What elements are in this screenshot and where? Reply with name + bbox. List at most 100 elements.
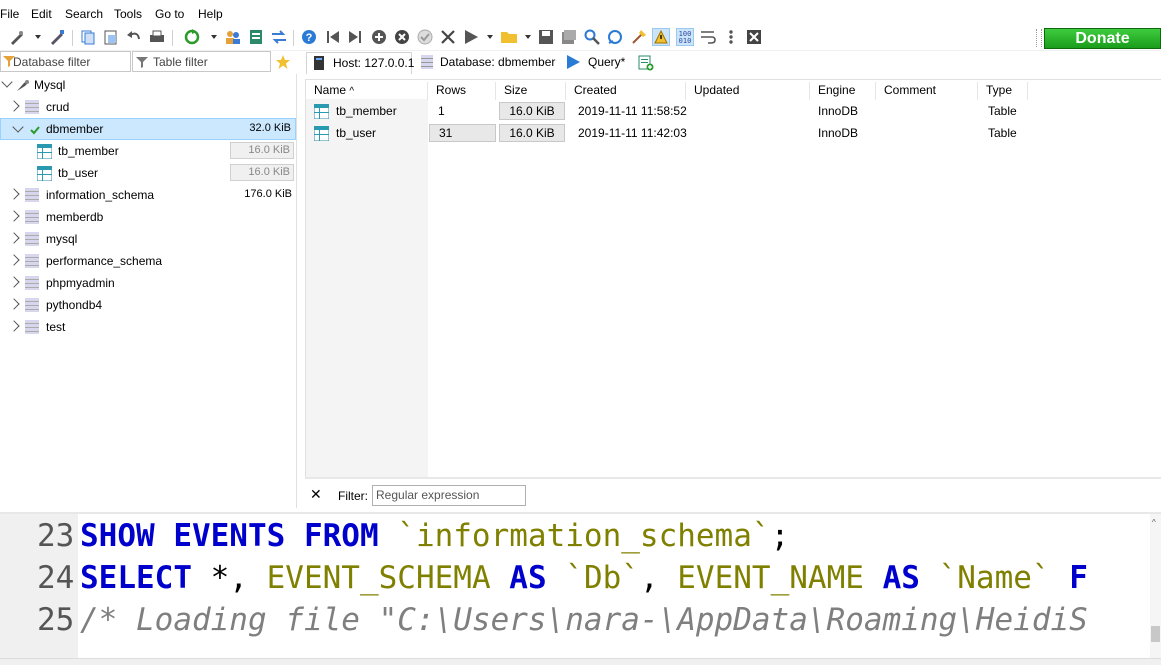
menu-search[interactable]: Search [65,7,103,21]
tree-item-mysql[interactable]: mysql [0,228,296,250]
transfer-icon[interactable] [270,28,288,46]
chevron-right-icon[interactable] [8,232,20,244]
delete-record-icon[interactable] [393,28,411,46]
column-header-engine[interactable]: Engine [810,82,876,100]
column-header-created[interactable]: Created [566,82,686,100]
sql-token: ; [770,518,790,554]
sql-token: /* Loading file "C:\Users\nara-\AppData\… [80,602,1088,638]
column-header-type[interactable]: Type [978,82,1028,100]
user-manager-icon[interactable] [224,28,242,46]
connect-icon[interactable] [8,28,26,46]
tree-root-mysql[interactable]: Mysql [0,74,296,96]
wrap-lines-icon[interactable] [699,28,717,46]
refresh-icon[interactable] [183,28,201,46]
table-filter-input[interactable]: Table filter [132,51,271,72]
new-query-tab-icon[interactable] [638,55,654,74]
tree-item-phpmyadmin[interactable]: phpmyadmin [0,272,296,294]
sql-token: EVENT_NAME [677,560,864,596]
last-record-icon[interactable] [346,28,364,46]
chevron-down-icon[interactable] [1,76,13,88]
menu-file[interactable]: File [0,7,19,21]
column-header-name[interactable]: Name ^ [306,82,428,100]
filter-regex-input[interactable]: Regular expression [372,485,526,506]
chevron-right-icon[interactable] [8,298,20,310]
database-filter-input[interactable]: Database filter [0,51,131,72]
tree-item-size: 16.0 KiB [230,142,294,159]
tree-item-crud[interactable]: crud [0,96,296,118]
cell-size: 16.0 KiB [499,124,565,142]
database-icon [25,320,39,334]
chevron-right-icon[interactable] [8,320,20,332]
tree-item-label: tb_member [58,144,119,158]
post-icon[interactable] [416,28,434,46]
server-icon [16,78,30,95]
cell-name: tb_member [336,104,397,118]
save-as-icon[interactable] [560,28,578,46]
export-icon[interactable] [247,28,265,46]
chevron-right-icon[interactable] [8,254,20,266]
tree-item-size: 32.0 KiB [249,122,291,134]
help-icon[interactable]: ? [300,28,318,46]
filter-icon [135,55,149,72]
first-record-icon[interactable] [324,28,342,46]
chevron-up-icon[interactable]: ^ [1152,518,1156,527]
tree-item-label: phpmyadmin [46,276,115,290]
undo-icon[interactable] [125,28,143,46]
find-icon[interactable] [583,28,601,46]
chevron-right-icon[interactable] [8,188,20,200]
tab-database[interactable]: Database: dbmember [414,52,560,74]
tab-query[interactable]: Query* [562,52,634,74]
open-folder-icon[interactable] [500,28,518,46]
table-icon [36,165,53,182]
tree-item-dbmember[interactable]: dbmember 32.0 KiB [0,118,296,140]
tree-table-tb-user[interactable]: tb_user 16.0 KiB [0,162,296,184]
chevron-down-icon[interactable] [487,35,493,39]
tree-item-test[interactable]: test [0,316,296,338]
close-filter-icon[interactable]: ✕ [310,486,322,503]
tree-item-information-schema[interactable]: information_schema 176.0 KiB [0,184,296,206]
line-number: 23 [37,518,75,554]
copy-icon[interactable] [79,28,97,46]
menu-help[interactable]: Help [198,7,223,21]
warnings-icon[interactable] [652,28,670,46]
menu-tools[interactable]: Tools [114,7,142,21]
save-icon[interactable] [537,28,555,46]
log-vertical-scrollbar[interactable]: ^ [1150,514,1161,660]
chevron-down-icon[interactable] [525,35,531,39]
tab-host-label: Host: 127.0.0.1 [333,56,415,70]
cancel-icon[interactable] [439,28,457,46]
tree-table-tb-member[interactable]: tb_member 16.0 KiB [0,140,296,162]
favorites-star-icon[interactable] [275,54,291,73]
close-tab-icon[interactable] [745,28,763,46]
more-options-icon[interactable] [722,28,740,46]
scrollbar-thumb[interactable] [1151,626,1160,642]
chevron-down-icon[interactable] [12,121,24,133]
chevron-right-icon[interactable] [8,210,20,222]
paste-icon[interactable] [102,28,120,46]
column-header-size[interactable]: Size [496,82,566,100]
menu-goto[interactable]: Go to [155,7,184,21]
chevron-right-icon[interactable] [8,276,20,288]
donate-button[interactable]: Donate [1044,28,1161,49]
chevron-down-icon[interactable] [211,35,217,39]
beautify-icon[interactable] [630,28,648,46]
replace-icon[interactable] [606,28,624,46]
run-icon[interactable] [462,28,480,46]
chevron-down-icon[interactable] [35,35,41,39]
sql-token: SELECT [80,560,192,596]
column-header-updated[interactable]: Updated [686,82,810,100]
menu-edit[interactable]: Edit [31,7,52,21]
column-header-comment[interactable]: Comment [876,82,978,100]
disconnect-icon[interactable] [48,28,66,46]
tree-item-pythondb4[interactable]: pythondb4 [0,294,296,316]
menu-bar: File Edit Search Tools Go to Help [0,0,1161,26]
tree-item-memberdb[interactable]: memberdb [0,206,296,228]
add-record-icon[interactable] [370,28,388,46]
column-header-rows[interactable]: Rows [428,82,496,100]
binary-mode-icon[interactable]: 100 010 [676,28,694,46]
tree-item-performance-schema[interactable]: performance_schema [0,250,296,272]
tab-host[interactable]: Host: 127.0.0.1 [306,52,415,74]
chevron-right-icon[interactable] [8,100,20,112]
print-icon[interactable] [148,28,166,46]
filter-label: Filter: [338,489,368,503]
